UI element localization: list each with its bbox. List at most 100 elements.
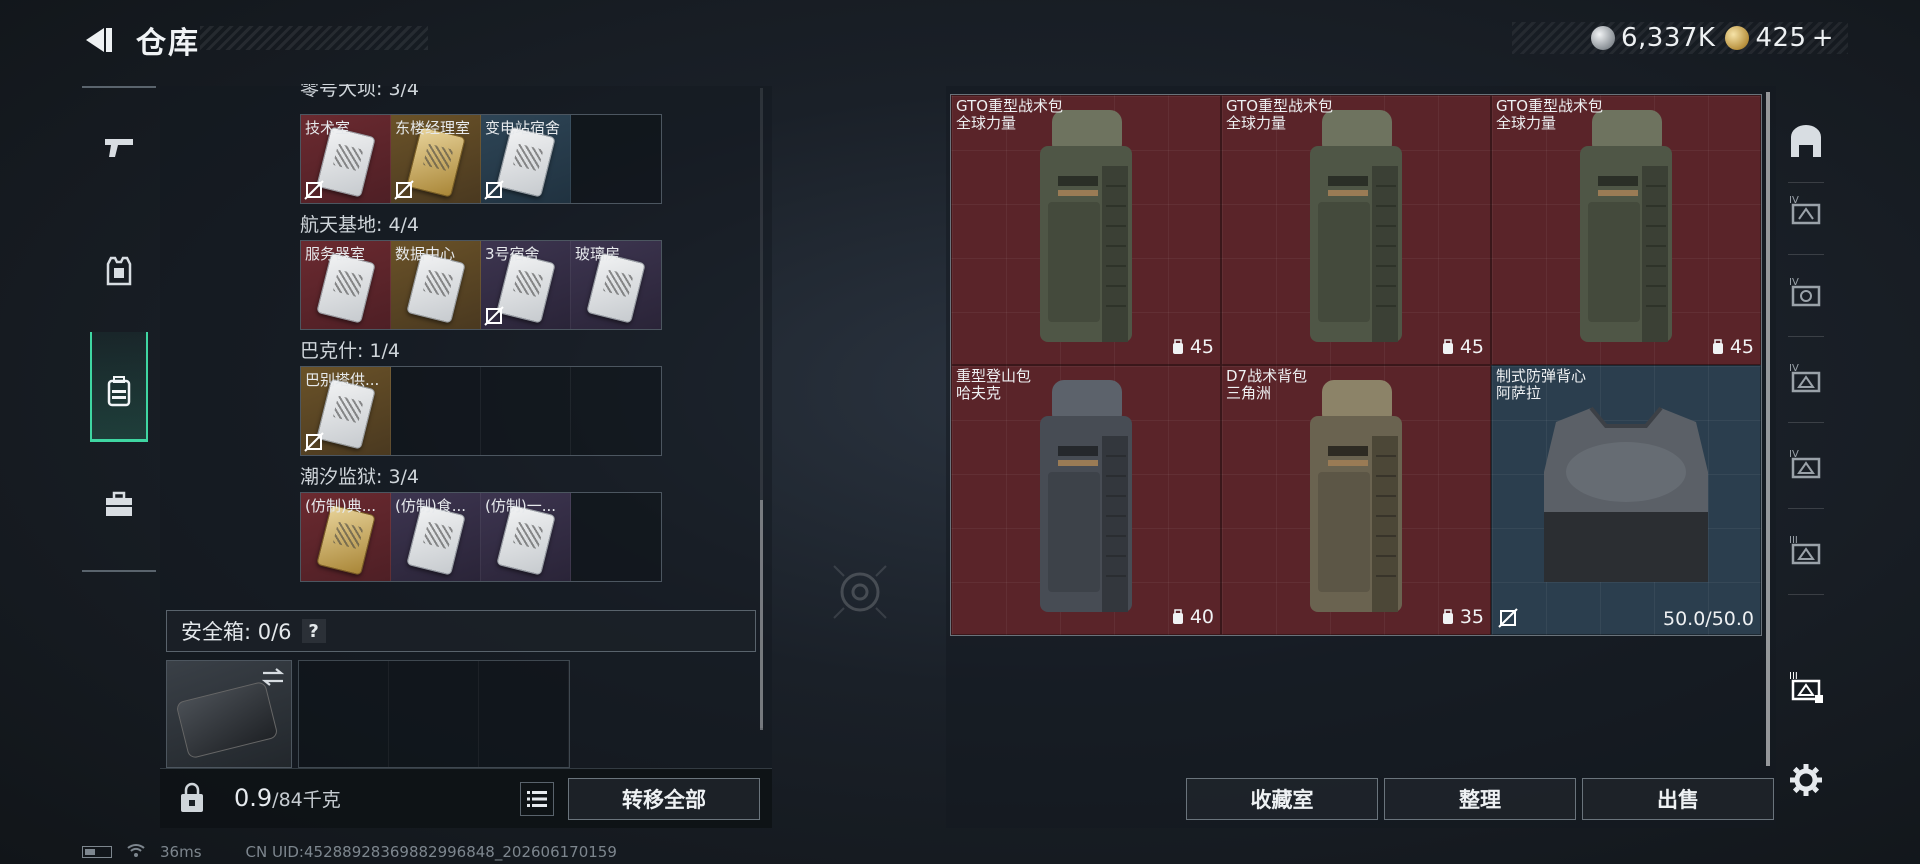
- storage-item[interactable]: GTO重型战术包 全球力量 45: [1491, 95, 1761, 365]
- section-label-zero-dam: 零号大坝: 3/4: [300, 84, 420, 100]
- tab-backpack[interactable]: [90, 332, 148, 442]
- safebox-case-image: [175, 680, 279, 760]
- keycard-slot[interactable]: 服务器室: [301, 241, 391, 329]
- settings-button[interactable]: [1784, 758, 1828, 802]
- storage-item[interactable]: 制式防弹背心 阿萨拉 50.0/50.0: [1491, 365, 1761, 635]
- item-brand: 全球力量: [956, 114, 1017, 132]
- empty-keycard-slot[interactable]: [571, 367, 661, 455]
- tab-toolbox[interactable]: [90, 476, 148, 534]
- keycard-slot[interactable]: 巴别塔供...: [301, 367, 391, 455]
- keycard-slot[interactable]: (仿制)典...: [301, 493, 391, 581]
- safebox-slot[interactable]: [389, 661, 479, 767]
- silver-amount: 6,337K: [1620, 23, 1716, 53]
- empty-keycard-slot[interactable]: [481, 367, 571, 455]
- storage-page-icon: IV: [1789, 449, 1821, 479]
- no-trade-icon: [484, 306, 504, 326]
- item-brand: 哈夫克: [956, 384, 1002, 402]
- backpack-capacity-icon: [1172, 339, 1183, 354]
- item-name: GTO重型战术包: [956, 97, 1064, 115]
- item-capacity: 45: [1440, 336, 1484, 358]
- no-trade-icon: [394, 180, 414, 200]
- silver-currency[interactable]: 6,337K: [1590, 23, 1716, 53]
- tab-storage-page-3[interactable]: III: [1784, 528, 1828, 572]
- storage-item[interactable]: D7战术背包 三角洲 35: [1221, 365, 1491, 635]
- gold-coin-icon: [1725, 26, 1750, 50]
- keycard-slot[interactable]: (仿制)一...: [481, 493, 571, 581]
- tactical-backpack-image: [1040, 110, 1132, 342]
- battery-icon: [82, 846, 112, 858]
- storage-grid: GTO重型战术包 全球力量 45 GTO重型战术包 全球力量 45 GTO重型战…: [950, 94, 1762, 636]
- back-button[interactable]: [80, 20, 120, 60]
- tab-storage-page-active[interactable]: III: [1784, 664, 1828, 708]
- tab-storage-page-4a[interactable]: IV: [1784, 188, 1828, 232]
- storage-item[interactable]: 重型登山包 哈夫克 40: [951, 365, 1221, 635]
- safebox-slot[interactable]: [479, 661, 569, 767]
- safebox-capacity: 安全箱: 0/6: [181, 620, 292, 644]
- collection-room-button[interactable]: 收藏室: [1186, 778, 1378, 820]
- section-label-space-base: 航天基地: 4/4: [300, 214, 420, 236]
- backpack-capacity-icon: [1172, 609, 1183, 624]
- storage-item[interactable]: GTO重型战术包 全球力量 45: [951, 95, 1221, 365]
- hiking-backpack-image: [1040, 380, 1132, 612]
- safebox-container[interactable]: [166, 660, 292, 768]
- list-view-button[interactable]: [520, 782, 554, 816]
- keycard-slot[interactable]: (仿制)食...: [391, 493, 481, 581]
- organize-button[interactable]: 整理: [1384, 778, 1576, 820]
- tab-storage-page-4d[interactable]: IV: [1784, 442, 1828, 486]
- item-capacity: 45: [1710, 336, 1754, 358]
- item-name: 制式防弹背心: [1496, 367, 1587, 385]
- keycard-slot[interactable]: 技术室: [301, 115, 391, 203]
- uid-readout: CN UID:4528892836988299684​8_20260617015…: [245, 843, 617, 861]
- tactical-backpack-image: [1580, 110, 1672, 342]
- add-gold-button[interactable]: +: [1812, 23, 1834, 53]
- transfer-all-button[interactable]: 转移全部: [568, 778, 760, 820]
- storage-page-icon: IV: [1789, 363, 1821, 393]
- crosshair-icon: [833, 565, 887, 619]
- empty-keycard-slot[interactable]: [571, 493, 661, 581]
- sell-button[interactable]: 出售: [1582, 778, 1774, 820]
- empty-keycard-slot[interactable]: [571, 115, 661, 203]
- keycard-slot[interactable]: 3号宿舍: [481, 241, 571, 329]
- no-trade-icon: [304, 432, 324, 452]
- safebox-help-button[interactable]: ?: [301, 619, 326, 643]
- backpack-capacity-icon: [1442, 609, 1453, 624]
- wifi-icon: [126, 842, 146, 862]
- body-armor-image: [1544, 406, 1708, 582]
- keycard-slot[interactable]: 东楼经理室: [391, 115, 481, 203]
- keycard-slot[interactable]: 玻璃房: [571, 241, 661, 329]
- weight-readout: 0.9/84千克: [234, 784, 341, 812]
- ping-readout: 36ms: [160, 843, 202, 861]
- storage-scrollbar[interactable]: [1766, 92, 1770, 766]
- tab-storage-home[interactable]: [1784, 120, 1828, 164]
- gold-currency[interactable]: 425 +: [1725, 23, 1834, 53]
- item-name: D7战术背包: [1226, 367, 1308, 385]
- storage-item[interactable]: GTO重型战术包 全球力量 45: [1221, 95, 1491, 365]
- tab-storage-page-4b[interactable]: IV: [1784, 270, 1828, 314]
- swap-icon[interactable]: [261, 667, 285, 687]
- briefcase-icon: [106, 491, 132, 516]
- empty-keycard-slot[interactable]: [391, 367, 481, 455]
- storage-page-icon: IV: [1789, 195, 1821, 225]
- status-bar: 36ms CN UID:4528892836988299684​8_202606…: [82, 842, 617, 862]
- no-trade-icon: [484, 180, 504, 200]
- safebox-slot[interactable]: [299, 661, 389, 767]
- tab-storage-page-4c[interactable]: IV: [1784, 356, 1828, 400]
- backpack-capacity-icon: [1712, 339, 1723, 354]
- item-name: GTO重型战术包: [1496, 97, 1604, 115]
- tab-weapons[interactable]: [90, 118, 148, 176]
- weight-current: 0.9: [234, 784, 273, 812]
- title-decoration: [200, 26, 428, 50]
- tab-equipment[interactable]: [90, 242, 148, 300]
- keycard-slot[interactable]: 数据中心: [391, 241, 481, 329]
- tactical-backpack-image: [1310, 110, 1402, 342]
- item-brand: 阿萨拉: [1496, 384, 1542, 402]
- keycard-slot[interactable]: 变电站宿舍: [481, 115, 571, 203]
- section-label-bakesh: 巴克什: 1/4: [300, 340, 401, 362]
- page-title: 仓库: [136, 26, 200, 61]
- gold-amount: 425: [1755, 23, 1807, 53]
- storage-page-tabs: IV IV IV IV III III: [1778, 86, 1834, 828]
- keycard-row-tide-prison: (仿制)典... (仿制)食... (仿制)一...: [300, 492, 662, 582]
- left-scrollbar-thumb[interactable]: [760, 500, 763, 730]
- keycard-row-zero-dam: 技术室 东楼经理室 变电站宿舍: [300, 114, 662, 204]
- list-icon: [527, 791, 547, 807]
